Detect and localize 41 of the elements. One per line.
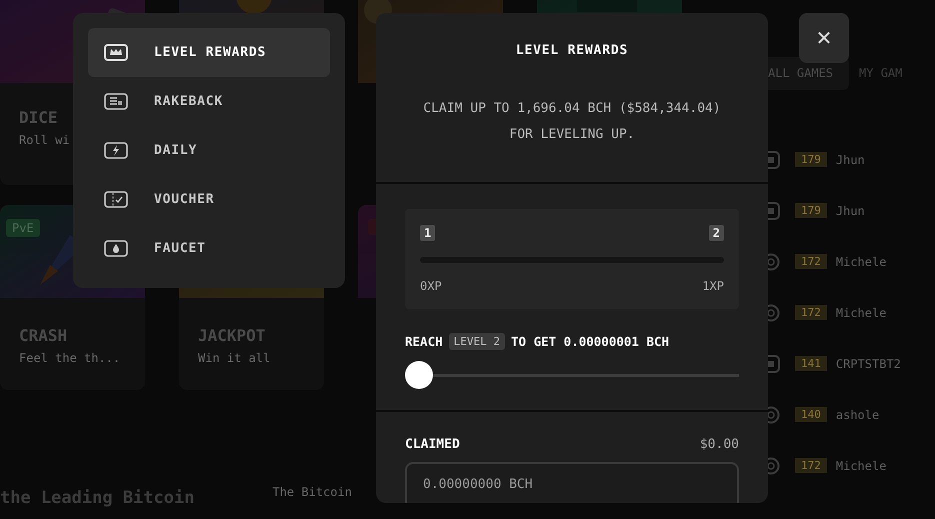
description-text: CLAIM UP TO 1,696.04 BCH ($584,344.04) [423,100,721,118]
player-name: Jhun [836,152,865,166]
player-name: CRPTSTBT2 [836,356,901,370]
menu-item[interactable]: VOUCHER [88,175,330,224]
mode-badge: PvE [6,219,40,237]
level-badge: 2 [708,225,724,241]
claimed-amount: $0.00 [700,437,739,452]
menu-item[interactable]: DAILY [88,126,330,175]
menu-item[interactable]: RAKEBACK [88,77,330,126]
game-description: Win it all [198,351,272,365]
modal-title: LEVEL REWARDS [516,43,628,58]
player-name: Jhun [836,204,865,218]
amount-field[interactable]: 0.00000000 BCH [405,462,739,503]
level-badge: 172 [795,458,827,473]
menu-item[interactable]: LEVEL REWARDS [88,28,330,77]
xp-label: 1XP [702,279,724,293]
level-badge: 1 [420,225,436,241]
close-button[interactable]: ✕ [799,13,849,63]
level-badge: 140 [795,407,827,422]
player-name: Michele [836,458,886,472]
game-title: DICE [19,108,59,127]
reward-label: TO GET 0.00000001 BCH [511,334,670,349]
game-title: JACKPOT [198,326,266,345]
level-chip: LEVEL 2 [448,333,505,350]
description-text: FOR LEVELING UP. [509,126,635,144]
game-title: CRASH [19,326,68,345]
menu-item[interactable]: FAUCET [88,224,330,273]
reach-label: REACH [405,334,443,349]
player-name: ashole [836,408,880,422]
level-badge: 179 [795,152,827,167]
player-name: Michele [836,254,886,268]
level-badge: 179 [795,203,827,218]
game-description: Roll wi [19,133,71,147]
intro-text: The Bitcoin [272,485,352,499]
player-name: Michele [836,306,886,320]
game-description: Feel the th... [19,351,122,365]
level-badge: 141 [795,356,827,371]
level-badge: 172 [795,254,827,269]
claimed-label: CLAIMED [405,437,460,452]
level-badge: 172 [795,305,827,320]
xp-label: 0XP [420,279,442,293]
